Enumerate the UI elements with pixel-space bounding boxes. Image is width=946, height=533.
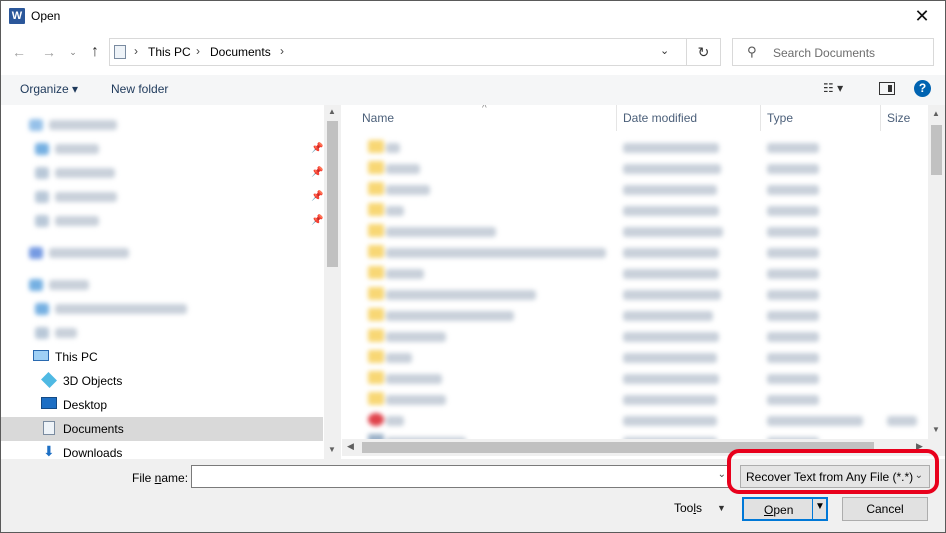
breadcrumb-documents[interactable]: Documents: [210, 45, 271, 59]
address-dropdown-icon[interactable]: ⌄: [660, 44, 669, 57]
file-list-horizontal-scrollbar[interactable]: ◀ ▶: [342, 439, 945, 456]
sort-ascending-icon: ^: [482, 105, 487, 114]
search-placeholder: Search Documents: [773, 46, 876, 60]
this-pc-icon: [33, 350, 49, 361]
forward-arrow-icon[interactable]: →: [39, 41, 59, 63]
scroll-left-icon[interactable]: ◀: [347, 441, 354, 452]
back-arrow-icon[interactable]: ←: [9, 41, 29, 63]
column-divider[interactable]: [880, 105, 881, 131]
open-options-dropdown-icon[interactable]: ▼: [815, 501, 825, 512]
tools-menu-button[interactable]: Tools: [674, 501, 702, 515]
title-bar: W Open ✕: [1, 1, 945, 32]
scroll-right-icon[interactable]: ▶: [916, 441, 923, 452]
documents-icon: [43, 421, 55, 435]
nav-item-desktop[interactable]: Desktop: [1, 393, 323, 417]
nav-item-label: Desktop: [63, 398, 108, 412]
column-header-type[interactable]: Type: [767, 105, 793, 131]
tools-dropdown-icon[interactable]: ▼: [717, 503, 726, 513]
breadcrumb-separator[interactable]: ›: [196, 44, 200, 58]
downloads-arrow-icon: ⬇: [43, 443, 55, 459]
breadcrumb-this-pc[interactable]: This PC: [148, 45, 191, 59]
nav-item-label: Downloads: [63, 446, 123, 459]
scroll-down-icon[interactable]: ▼: [328, 445, 336, 454]
file-type-filter-dropdown[interactable]: Recover Text from Any File (*.*) ⌄: [740, 465, 930, 488]
pin-icon[interactable]: 📌: [311, 191, 323, 202]
nav-item-label: This PC: [55, 350, 98, 364]
pin-icon[interactable]: 📌: [311, 143, 323, 154]
scroll-up-icon[interactable]: ▲: [932, 109, 940, 118]
word-app-icon: W: [9, 8, 25, 24]
documents-folder-icon: [114, 45, 126, 59]
recent-locations-chevron-icon[interactable]: ⌄: [63, 41, 83, 63]
column-divider[interactable]: [616, 105, 617, 131]
open-button[interactable]: Open ▼: [742, 497, 828, 521]
scrollbar-thumb[interactable]: [362, 442, 874, 453]
open-button-label: Open: [764, 503, 794, 517]
nav-pane-scrollbar[interactable]: ▲ ▼: [324, 105, 341, 459]
file-list-vertical-scrollbar[interactable]: ▲ ▼: [928, 105, 945, 439]
scroll-down-icon[interactable]: ▼: [932, 425, 940, 434]
nav-item-downloads[interactable]: ⬇ Downloads: [1, 441, 323, 459]
up-arrow-icon[interactable]: ↑: [85, 41, 105, 63]
chevron-down-icon[interactable]: ⌄: [718, 469, 726, 480]
refresh-button[interactable]: ↻: [687, 38, 721, 66]
close-button[interactable]: ✕: [899, 1, 945, 32]
nav-item-label: Documents: [63, 422, 124, 436]
navigation-pane: 📌 📌 📌 📌 This PC 3D Objects Desktop Docum…: [1, 105, 341, 459]
column-header-size[interactable]: Size: [887, 105, 910, 131]
breadcrumb-separator[interactable]: ›: [280, 44, 284, 58]
column-divider[interactable]: [760, 105, 761, 131]
bottom-panel: File name: ⌄ Recover Text from Any File …: [1, 459, 945, 532]
preview-pane-icon[interactable]: [879, 82, 895, 95]
desktop-icon: [41, 397, 57, 409]
scroll-up-icon[interactable]: ▲: [328, 107, 336, 116]
nav-item-documents[interactable]: Documents: [1, 417, 323, 441]
scrollbar-thumb[interactable]: [327, 121, 338, 267]
scrollbar-thumb[interactable]: [931, 125, 942, 175]
pin-icon[interactable]: 📌: [311, 167, 323, 178]
organize-menu-button[interactable]: Organize ▾: [20, 82, 78, 96]
nav-item-3d-objects[interactable]: 3D Objects: [1, 369, 323, 393]
file-name-input[interactable]: ⌄: [191, 465, 730, 488]
3d-objects-icon: [41, 372, 57, 388]
split-divider: [812, 499, 813, 519]
column-header-date-modified[interactable]: Date modified: [623, 105, 697, 131]
open-dialog: W Open ✕ ← → ⌄ ↑ › This PC › Documents ›…: [0, 0, 946, 533]
dialog-title: Open: [31, 9, 61, 23]
help-icon[interactable]: ?: [914, 80, 931, 97]
command-toolbar: Organize ▾ New folder ☷ ▾ ?: [1, 75, 945, 105]
file-type-filter-value: Recover Text from Any File (*.*): [746, 470, 914, 484]
chevron-down-icon[interactable]: ⌄: [915, 470, 923, 481]
change-view-icon[interactable]: ☷ ▾: [823, 81, 843, 95]
file-list: ^ Name Date modified Type Size: [342, 105, 928, 439]
nav-item-this-pc[interactable]: This PC: [1, 345, 323, 369]
pin-icon[interactable]: 📌: [311, 215, 323, 226]
new-folder-button[interactable]: New folder: [111, 82, 168, 96]
file-name-label: File name:: [132, 471, 189, 485]
column-header-name[interactable]: Name: [362, 105, 394, 131]
nav-item-label: 3D Objects: [63, 374, 123, 388]
breadcrumb-separator[interactable]: ›: [134, 44, 138, 58]
address-bar[interactable]: › This PC › Documents › ⌄: [109, 38, 687, 66]
search-icon: ⚲: [747, 44, 757, 59]
search-input[interactable]: ⚲ Search Documents: [732, 38, 934, 66]
cancel-button[interactable]: Cancel: [842, 497, 928, 521]
